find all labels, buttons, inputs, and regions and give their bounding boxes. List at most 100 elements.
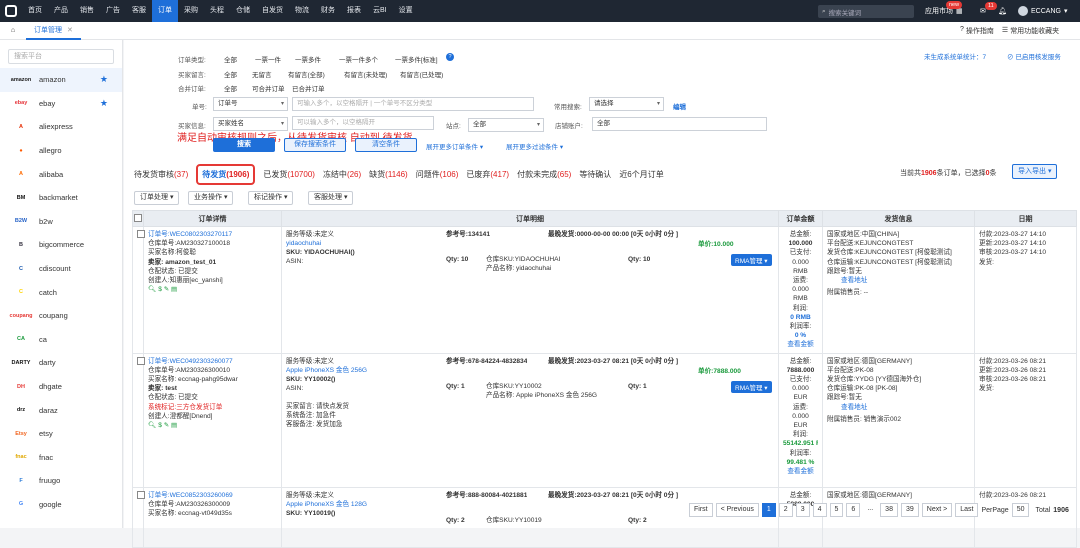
sidebar-item-fruugo[interactable]: Ffruugo — [0, 469, 122, 493]
tab-order-management[interactable]: 订单管理 ✕ — [26, 22, 81, 40]
home-icon[interactable]: ⌂ — [0, 22, 26, 40]
nav-item-13[interactable]: 云BI — [367, 0, 393, 22]
sidebar-item-dhgate[interactable]: DH dhgate — [0, 375, 122, 399]
order-detail-line[interactable]: 订单号:WEC0852303260069 — [148, 491, 277, 500]
merge_opts-option[interactable]: 已合并订单 — [292, 83, 325, 93]
sidebar-item-allegro[interactable]: ● allegro — [0, 139, 122, 163]
action-dropdown-1[interactable]: 业务操作 ▾ — [188, 191, 234, 205]
action-dropdown-2[interactable]: 标记操作 ▾ — [248, 191, 294, 205]
merge_opts-option[interactable]: 可合并订单 — [252, 83, 285, 93]
edit-link[interactable]: 编辑 — [673, 101, 686, 111]
status-tab-5[interactable]: 问题件(106) — [416, 169, 459, 180]
star-icon[interactable]: ★ — [100, 74, 108, 85]
sidebar-item-bigcommerce[interactable]: Bbigcommerce — [0, 233, 122, 257]
row-checkbox[interactable] — [137, 230, 145, 238]
sidebar-item-backmarket[interactable]: BM backmarket — [0, 186, 122, 210]
page-button[interactable]: 6 — [846, 503, 861, 517]
last-page-button[interactable]: Last — [955, 503, 979, 517]
nav-item-0[interactable]: 首页 — [22, 0, 48, 22]
order_type_opts-option[interactable]: 一票一件 — [255, 54, 281, 64]
status-tab-9[interactable]: 近6个月订单 — [619, 169, 663, 180]
status-tab-1[interactable]: 待发货(1906) — [196, 164, 256, 185]
nav-item-10[interactable]: 物流 — [289, 0, 315, 22]
nav-item-8[interactable]: 仓储 — [230, 0, 256, 22]
buyer_msg_opts-option[interactable]: 无留言 — [252, 69, 272, 79]
sidebar-item-alibaba[interactable]: Aalibaba — [0, 162, 122, 186]
status-tab-6[interactable]: 已废弃(417) — [466, 169, 509, 180]
sidebar-item-catch[interactable]: Ccatch — [0, 280, 122, 304]
order_type_opts-option[interactable]: 一票多件[标准] — [395, 54, 438, 64]
next-page-button[interactable]: Next > — [921, 503, 953, 517]
order-detail-line[interactable]: 订单号:WEC0802303270117 — [148, 230, 277, 239]
page-button[interactable]: 1 — [761, 503, 776, 517]
nav-item-5[interactable]: 订单 — [152, 0, 178, 22]
page-button[interactable]: 2 — [778, 503, 793, 517]
nav-item-12[interactable]: 报表 — [341, 0, 367, 22]
view-amount-link[interactable]: 查看金额 — [783, 467, 818, 476]
close-icon[interactable]: ✕ — [67, 26, 73, 34]
action-dropdown-3[interactable]: 客服处理 ▾ — [308, 191, 354, 205]
nav-item-11[interactable]: 财务 — [315, 0, 341, 22]
view-address-link[interactable]: 查看地址 — [827, 276, 970, 285]
sidebar-item-b2w[interactable]: B2W b2w — [0, 210, 122, 234]
guide-link[interactable]: 操作指南 — [966, 26, 994, 36]
first-page-button[interactable]: First — [689, 503, 713, 517]
sidebar-item-ca[interactable]: CA ca — [0, 328, 122, 352]
nav-item-6[interactable]: 采购 — [178, 0, 204, 22]
nav-item-3[interactable]: 广告 — [100, 0, 126, 22]
sidebar-item-darty[interactable]: DARTY darty — [0, 351, 122, 375]
bell-icon[interactable]: 🔔︎ — [998, 0, 1007, 22]
sidebar-item-cdiscount[interactable]: Ccdiscount — [0, 257, 122, 281]
common-search-select[interactable]: 请选择 ▾ — [589, 97, 664, 111]
expand-order-link[interactable]: 展开更多订单条件 ▾ — [426, 141, 483, 151]
order-action-icons[interactable]: 🔍︎ $ ✎ ▤ — [148, 285, 277, 294]
global-search-input[interactable]: ⌕ 搜索关键词 — [818, 5, 914, 18]
order_type_opts-option[interactable]: 全部 — [224, 54, 237, 64]
view-address-link[interactable]: 查看地址 — [827, 403, 970, 412]
buyer_msg_opts-option[interactable]: 全部 — [224, 69, 237, 79]
row-checkbox[interactable] — [137, 490, 145, 499]
page-button[interactable]: 3 — [795, 503, 810, 517]
order-detail-line[interactable]: 订单号:WEC0492303260077 — [148, 357, 277, 366]
sidebar-item-fnac[interactable]: fnac fnac — [0, 446, 122, 470]
order_type_opts-option[interactable]: 一票一件多个 — [339, 54, 378, 64]
status-tab-4[interactable]: 缺货(1146) — [369, 169, 408, 180]
app-logo-icon[interactable] — [0, 0, 22, 22]
save-search-button[interactable]: 保存搜索条件 — [284, 138, 346, 152]
user-menu[interactable]: ECCANG ▾ — [1018, 0, 1067, 22]
action-dropdown-0[interactable]: 订单处理 ▾ — [134, 191, 180, 205]
product-link[interactable]: Apple iPhoneXS 金色 256G — [286, 366, 367, 375]
buyer-info-input[interactable]: 可以输入多个，以空格隔开 — [292, 116, 434, 130]
nav-item-1[interactable]: 产品 — [48, 0, 74, 22]
row-checkbox[interactable] — [137, 356, 145, 365]
expand-filter-link[interactable]: 展开更多过滤条件 ▾ — [506, 141, 563, 151]
sidebar-item-etsy[interactable]: Etsy etsy — [0, 422, 122, 446]
sidebar-item-google[interactable]: Ggoogle — [0, 493, 122, 517]
sidebar-item-aliexpress[interactable]: Aaliexpress — [0, 115, 122, 139]
order_type_opts-option[interactable]: 一票多件 — [295, 54, 321, 64]
sidebar-item-ebay[interactable]: ebay ebay ★ — [0, 92, 122, 116]
merge_opts-option[interactable]: 全部 — [224, 83, 237, 93]
nav-item-2[interactable]: 销售 — [74, 0, 100, 22]
import-export-button[interactable]: 导入导出 ▾ — [1012, 164, 1058, 179]
status-tab-2[interactable]: 已发货(10700) — [263, 169, 315, 180]
page-button[interactable]: 5 — [829, 503, 844, 517]
shop-select[interactable]: 全部 — [592, 117, 767, 131]
stats-link[interactable]: 未生成系统单统计：7 — [924, 51, 986, 61]
star-icon[interactable]: ★ — [100, 98, 108, 109]
nav-item-14[interactable]: 设置 — [393, 0, 419, 22]
view-amount-link[interactable]: 查看金额 — [783, 340, 818, 349]
status-tab-3[interactable]: 冻结中(26) — [323, 169, 361, 180]
rma-button[interactable]: RMA管理 ▾ — [731, 254, 772, 266]
sidebar-item-amazon[interactable]: amazon amazon ★ — [0, 68, 122, 92]
status-tab-0[interactable]: 待发货审核(37) — [134, 169, 188, 180]
buyer_msg_opts-option[interactable]: 有留言(全部) — [288, 69, 325, 79]
page-button[interactable]: 38 — [880, 503, 898, 517]
enabled-review-link[interactable]: ⊘ 已启用核发服务 — [1007, 51, 1061, 61]
product-link[interactable]: yidaochuhai — [286, 239, 321, 248]
order-action-icons[interactable]: 🔍︎ $ ✎ ▤ — [148, 421, 277, 430]
sidebar-item-daraz[interactable]: drz daraz — [0, 398, 122, 422]
sidebar-item-coupang[interactable]: coupang coupang — [0, 304, 122, 328]
page-button[interactable]: 39 — [900, 503, 919, 517]
page-button[interactable]: 4 — [812, 503, 827, 517]
